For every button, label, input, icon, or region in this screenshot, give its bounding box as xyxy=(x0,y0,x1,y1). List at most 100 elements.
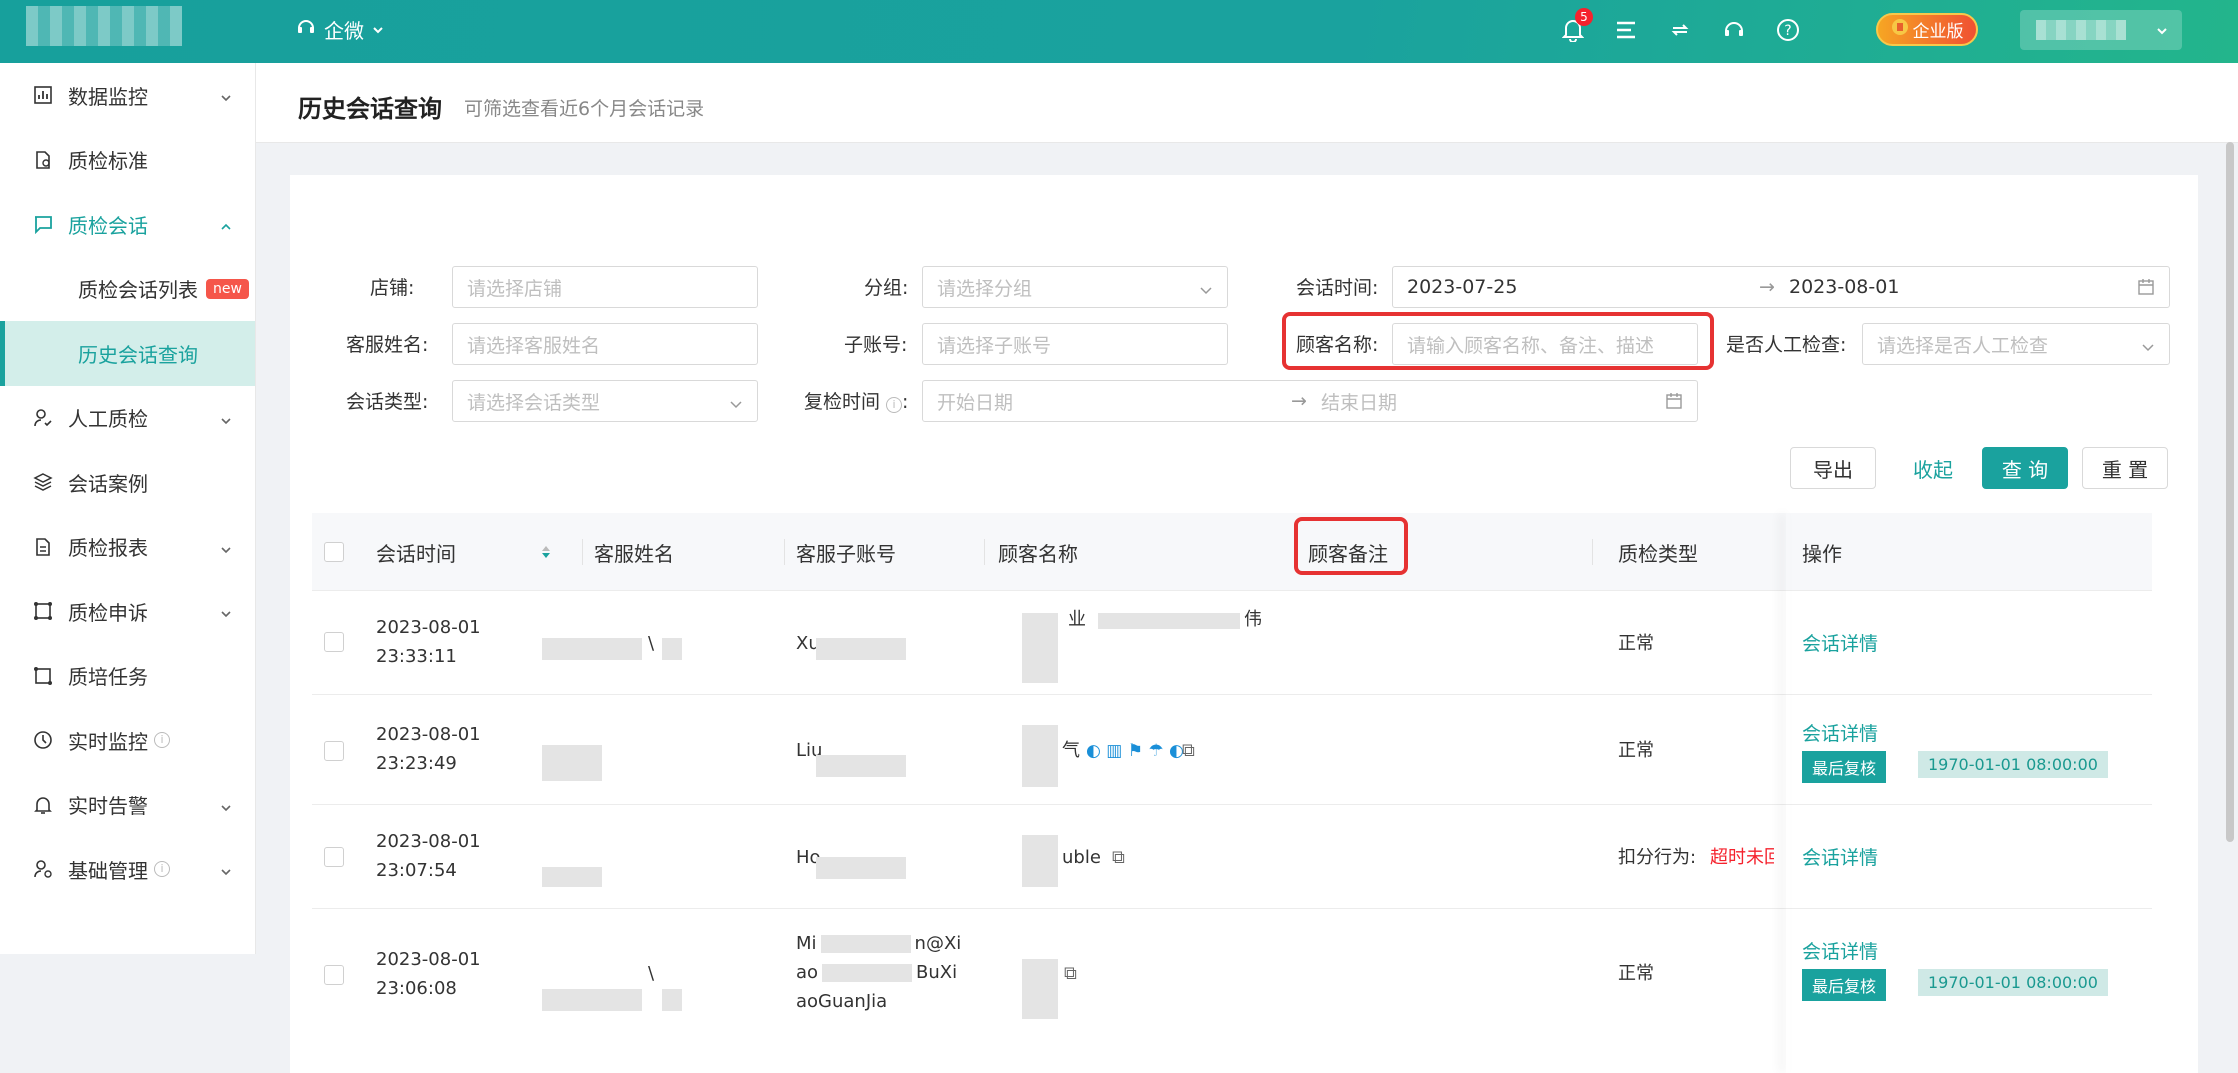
chevron-down-icon xyxy=(219,602,233,626)
column-header-session-time[interactable]: 会话时间 xyxy=(376,513,456,591)
new-badge: new xyxy=(206,278,249,299)
info-icon[interactable]: i xyxy=(154,732,170,749)
refresh-swap-icon[interactable] xyxy=(1664,14,1696,46)
table-row: 2023-08-01 23:06:08 \ Mi n@Xi ao BuXi aoGua… xyxy=(312,909,2152,1069)
brand-switcher[interactable]: 企微 xyxy=(296,15,384,43)
session-detail-link[interactable]: 会话详情 xyxy=(1802,719,1878,746)
range-arrow-icon: → xyxy=(1291,390,1307,412)
session-type-select[interactable]: 请选择会话类型 xyxy=(452,380,758,422)
user-menu[interactable] xyxy=(2020,10,2182,50)
session-time-range[interactable]: 2023-07-25 → 2023-08-01 xyxy=(1392,266,2170,308)
sidebar-item-qc-session[interactable]: 质检会话 xyxy=(0,192,255,257)
sidebar-item-qc-standard[interactable]: 质检标准 xyxy=(0,128,255,193)
redacted-customer-name xyxy=(1022,725,1058,787)
layers-icon xyxy=(32,471,54,493)
agent-input[interactable]: 请选择客服姓名 xyxy=(452,323,758,365)
notification-bell-icon[interactable]: 5 xyxy=(1557,8,1593,46)
copy-icon[interactable]: ⧉ xyxy=(1064,959,1077,988)
sidebar-item-data-monitor[interactable]: 数据监控 xyxy=(0,63,255,128)
redacted-agent-name xyxy=(662,638,682,660)
shop-placeholder: 请选择店铺 xyxy=(467,277,563,300)
sidebar-item-qc-appeal[interactable]: 质检申诉 xyxy=(0,579,255,644)
recheck-time-range[interactable]: 开始日期 → 结束日期 xyxy=(922,380,1698,422)
session-clock: 23:33:11 xyxy=(376,646,457,667)
copy-icon[interactable]: ⧉ xyxy=(1182,736,1195,765)
sidebar-item-manual-qc[interactable]: 人工质检 xyxy=(0,386,255,451)
help-icon[interactable]: ? xyxy=(1772,14,1804,46)
row-session-time: 2023-08-01 23:33:11 xyxy=(376,613,481,671)
redacted-agent-name xyxy=(662,989,682,1011)
query-button[interactable]: 查 询 xyxy=(1982,447,2068,489)
document-check-icon xyxy=(32,149,54,171)
row-checkbox[interactable] xyxy=(324,847,344,867)
brand-label: 企微 xyxy=(324,18,364,43)
sort-icon[interactable] xyxy=(540,513,552,591)
table-header: 会话时间 客服姓名 客服子账号 顾客名称 顾客备注 质检类型 操作 xyxy=(312,513,2152,591)
last-review-tag: 最后复核 xyxy=(1802,969,1887,1001)
info-icon[interactable]: i xyxy=(154,861,170,878)
table-row: 2023-08-01 23:33:11 \ Xu 业 伟 正常 会话详情 xyxy=(312,591,2152,695)
sidebar: 数据监控 质检标准 质检会话 质检会话列表 new 历史会话查询 人工质检 会话… xyxy=(0,63,256,954)
select-all-checkbox[interactable] xyxy=(324,542,344,562)
session-clock: 23:23:49 xyxy=(376,753,457,774)
sidebar-item-realtime-alert[interactable]: 实时告警 xyxy=(0,773,255,838)
shop-label: 店铺: xyxy=(370,277,415,299)
collapse-link[interactable]: 收起 xyxy=(1894,447,1972,489)
session-start-date[interactable]: 2023-07-25 xyxy=(1407,276,1517,298)
copy-icon[interactable]: ⧉ xyxy=(1112,843,1125,872)
row-qc-type-violation: 超时未回 xyxy=(1710,847,1774,868)
sidebar-subitem-session-list[interactable]: 质检会话列表 new xyxy=(0,257,255,322)
sidebar-subitem-history-query[interactable]: 历史会话查询 xyxy=(0,321,255,386)
sidebar-item-label: 基础管理 xyxy=(68,858,148,883)
recheck-end-placeholder[interactable]: 结束日期 xyxy=(1321,388,1397,415)
sidebar-item-training-task[interactable]: 质培任务 xyxy=(0,644,255,709)
reset-button[interactable]: 重 置 xyxy=(2082,447,2168,489)
notification-count-badge: 5 xyxy=(1575,8,1593,26)
session-table: 会话时间 客服姓名 客服子账号 顾客名称 顾客备注 质检类型 操作 2023-0… xyxy=(290,513,2198,1073)
sidebar-item-base-management[interactable]: 基础管理 i xyxy=(0,837,255,902)
range-arrow-icon: → xyxy=(1759,276,1775,298)
bell-icon xyxy=(32,794,54,816)
recheck-start-placeholder[interactable]: 开始日期 xyxy=(937,388,1013,415)
group-select[interactable]: 请选择分组 xyxy=(922,266,1228,308)
session-clock: 23:06:08 xyxy=(376,978,457,999)
column-separator xyxy=(784,539,785,565)
row-qc-type: 正常 xyxy=(1618,740,1654,761)
manual-check-select[interactable]: 请选择是否人工检查 xyxy=(1862,323,2170,365)
row-session-time: 2023-08-01 23:23:49 xyxy=(376,720,481,778)
last-review-time: 1970-01-01 08:00:00 xyxy=(1918,969,2108,996)
sidebar-item-qc-report[interactable]: 质检报表 xyxy=(0,515,255,580)
session-end-date[interactable]: 2023-08-01 xyxy=(1789,276,1899,298)
session-detail-link[interactable]: 会话详情 xyxy=(1802,843,1878,870)
session-detail-link[interactable]: 会话详情 xyxy=(1802,937,1878,964)
sidebar-item-label: 质培任务 xyxy=(68,665,148,690)
sidebar-item-realtime-monitor[interactable]: 实时监控 i xyxy=(0,708,255,773)
session-type-placeholder: 请选择会话类型 xyxy=(467,391,601,414)
group-label: 分组: xyxy=(864,277,909,299)
last-review-tag: 最后复核 xyxy=(1802,751,1887,783)
page-scrollbar[interactable] xyxy=(2226,142,2234,842)
support-headset-icon[interactable] xyxy=(1718,14,1750,46)
list-icon[interactable] xyxy=(1610,14,1642,46)
redacted-agent-name xyxy=(542,867,602,887)
agent-label: 客服姓名: xyxy=(346,334,429,356)
subaccount-input[interactable]: 请选择子账号 xyxy=(922,323,1228,365)
chevron-down-icon xyxy=(372,17,384,41)
session-detail-link[interactable]: 会话详情 xyxy=(1802,629,1878,656)
appeal-icon xyxy=(32,600,54,622)
row-customer-name-tail: 伟 xyxy=(1244,609,1262,630)
sidebar-item-session-cases[interactable]: 会话案例 xyxy=(0,450,255,515)
redacted-sub-account xyxy=(816,755,906,777)
shop-input[interactable]: 请选择店铺 xyxy=(452,266,758,308)
user-name-redacted xyxy=(2036,20,2126,40)
info-icon[interactable]: i xyxy=(886,397,903,413)
sidebar-subitem-label: 质检会话列表 xyxy=(78,278,198,303)
subaccount-label: 子账号: xyxy=(844,334,908,356)
recheck-time-text: 复检时间 xyxy=(804,391,881,413)
enterprise-badge[interactable]: 企业版 xyxy=(1876,13,1978,46)
row-checkbox[interactable] xyxy=(324,632,344,652)
row-checkbox[interactable] xyxy=(324,741,344,761)
export-button[interactable]: 导出 xyxy=(1790,447,1876,489)
row-checkbox[interactable] xyxy=(324,965,344,985)
column-header-actions: 操作 xyxy=(1802,541,1842,566)
